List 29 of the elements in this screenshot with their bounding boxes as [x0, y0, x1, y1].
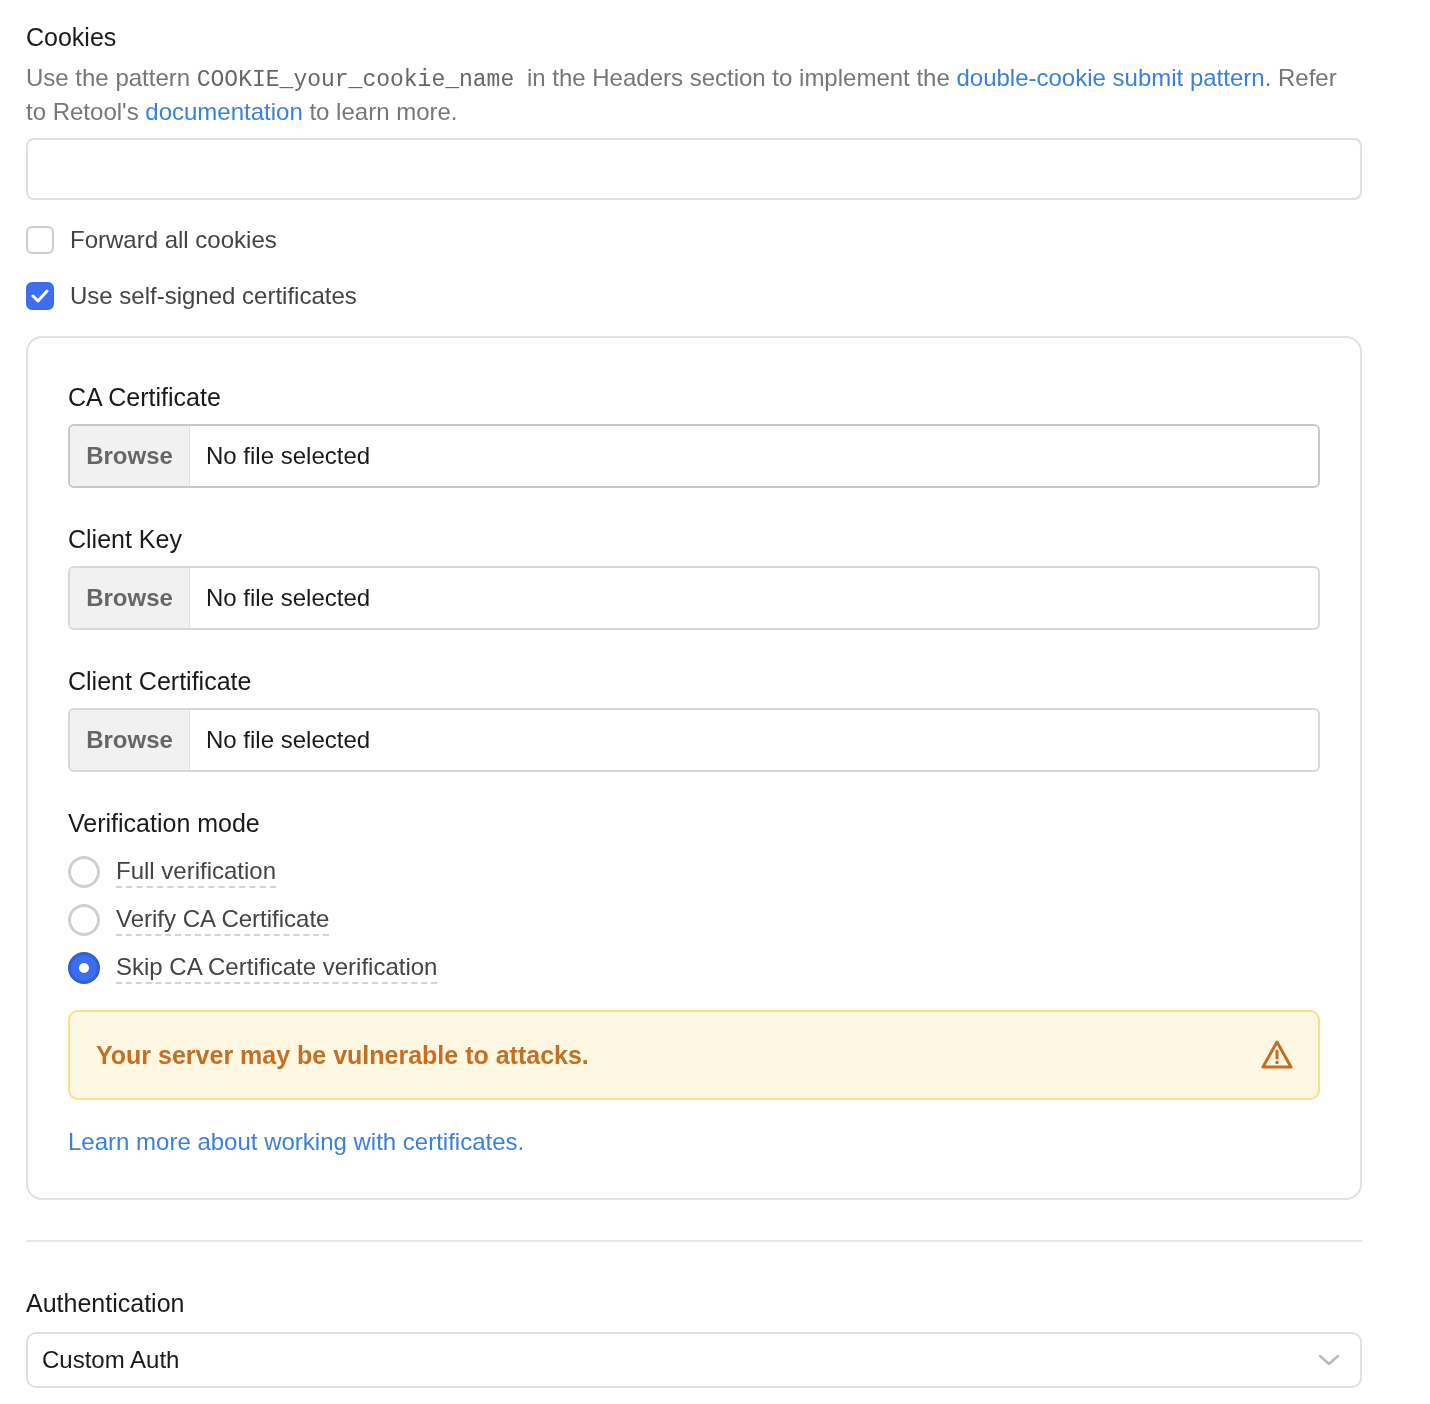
- browse-button[interactable]: Browse: [70, 568, 190, 628]
- file-input[interactable]: Browse No file selected: [68, 566, 1320, 630]
- link[interactable]: documentation: [145, 98, 303, 125]
- radio-label[interactable]: Skip CA Certificate verification: [116, 952, 438, 984]
- section-title: Authentication: [26, 1288, 186, 1319]
- checkmark-icon: [31, 289, 49, 303]
- checkbox-label[interactable]: Use self-signed certificates: [70, 282, 357, 310]
- chevron-down-icon: [1318, 1354, 1340, 1366]
- checkbox[interactable]: [26, 226, 54, 254]
- field-label: Client Key: [68, 524, 183, 555]
- field-label: Client Certificate: [68, 666, 253, 697]
- section-title: Cookies: [26, 22, 118, 53]
- description: Use the pattern COOKIE_your_cookie_name in the Headers section to implement the double-cookie submit pattern. Refer to Retool's documentation to learn more.: [26, 63, 1338, 127]
- file-input[interactable]: Browse No file selected: [68, 708, 1320, 772]
- field-label: CA Certificate: [68, 382, 222, 413]
- browse-button[interactable]: Browse: [70, 710, 190, 770]
- warning-text: Your server may be vulnerable to attacks.: [96, 1040, 589, 1070]
- authentication-select[interactable]: Custom Auth: [26, 1332, 1362, 1388]
- warning-icon: [1260, 1039, 1294, 1071]
- radio-label[interactable]: Full verification: [116, 856, 277, 888]
- radio-button[interactable]: [68, 952, 100, 984]
- link[interactable]: double-cookie submit pattern: [956, 64, 1265, 91]
- field-label: Verification mode: [68, 808, 261, 839]
- checkbox-label[interactable]: Forward all cookies: [70, 226, 277, 254]
- browse-button[interactable]: Browse: [70, 426, 190, 486]
- checkbox[interactable]: [26, 282, 54, 310]
- file-input[interactable]: Browse No file selected: [68, 424, 1320, 488]
- radio-label[interactable]: Verify CA Certificate: [116, 904, 330, 936]
- learn-more-link[interactable]: Learn more about working with certificates.: [68, 1128, 525, 1156]
